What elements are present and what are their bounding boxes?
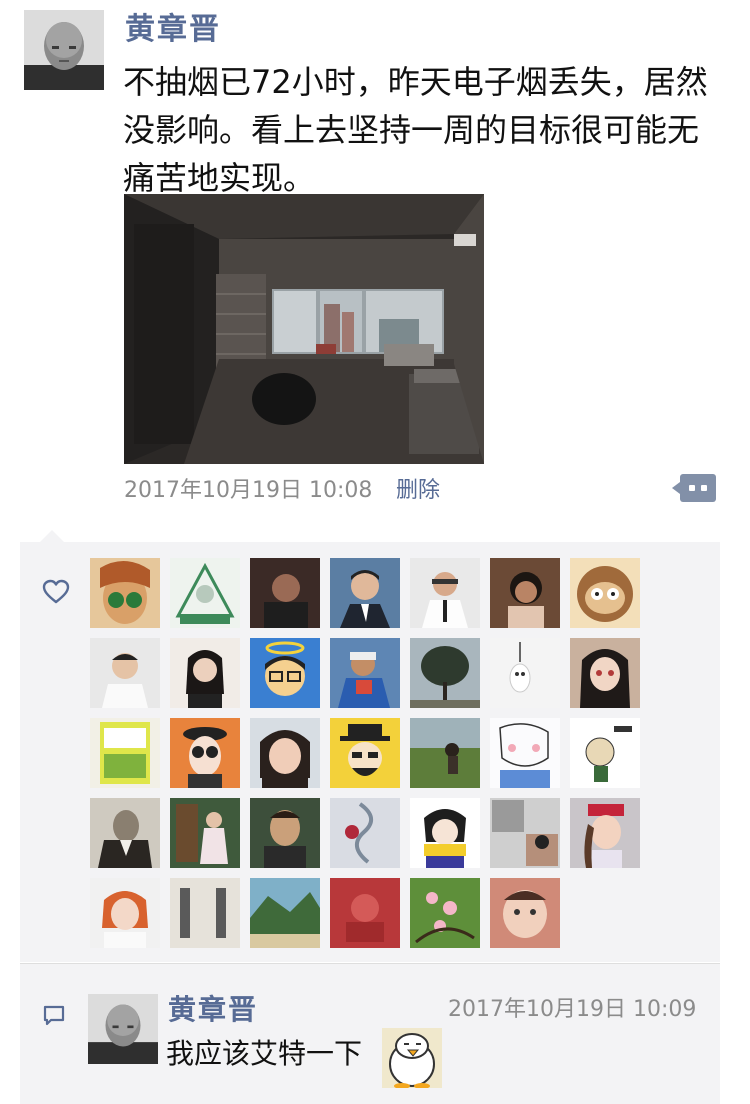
commenter-name[interactable]: 黄章晋 [168,992,258,1028]
like-avatar[interactable] [490,638,560,708]
like-avatar[interactable] [410,638,480,708]
like-avatar[interactable] [570,638,640,708]
like-avatar[interactable] [490,878,560,948]
like-avatar[interactable] [250,638,320,708]
like-avatar[interactable] [330,558,400,628]
author-avatar[interactable] [24,10,104,90]
like-avatar[interactable] [90,718,160,788]
like-avatar[interactable] [170,878,240,948]
moments-post: 黄章晋 不抽烟已72小时，昨天电子烟丢失，居然没影响。看上去坚持一周的目标很可能… [0,0,750,1104]
like-avatar[interactable] [410,798,480,868]
like-avatar[interactable] [490,718,560,788]
like-avatar[interactable] [490,558,560,628]
like-avatar[interactable] [90,638,160,708]
like-avatar[interactable] [410,558,480,628]
like-avatar[interactable] [90,558,160,628]
comment-text[interactable]: 我应该艾特一下 [166,1036,362,1072]
delete-link[interactable]: 删除 [396,474,440,508]
like-avatar[interactable] [570,718,640,788]
like-avatar[interactable] [330,638,400,708]
like-avatar[interactable] [170,798,240,868]
like-avatar[interactable] [250,718,320,788]
like-avatar[interactable] [250,798,320,868]
panel-caret [40,530,64,542]
like-avatar[interactable] [250,558,320,628]
like-avatar[interactable] [170,718,240,788]
post-photo[interactable] [124,194,484,464]
like-avatar[interactable] [90,798,160,868]
like-avatar[interactable] [330,798,400,868]
more-icon[interactable] [672,474,716,502]
like-avatar[interactable] [410,878,480,948]
like-avatar[interactable] [330,878,400,948]
like-avatar[interactable] [250,878,320,948]
like-avatar[interactable] [490,798,560,868]
like-avatar[interactable] [410,718,480,788]
like-avatar[interactable] [90,878,160,948]
post-text: 不抽烟已72小时，昨天电子烟丢失，居然没影响。看上去坚持一周的目标很可能无痛苦地… [123,63,708,197]
like-avatar[interactable] [170,638,240,708]
author-name[interactable]: 黄章晋 [125,10,221,50]
like-avatar[interactable] [570,558,640,628]
penguin-sticker [382,1028,442,1088]
post-timestamp: 2017年10月19日 10:08 [124,478,373,503]
heart-icon [42,579,70,605]
comment-icon [42,1004,66,1028]
like-avatar[interactable] [330,718,400,788]
like-avatar[interactable] [170,558,240,628]
comment-timestamp: 2017年10月19日 10:09 [448,997,697,1022]
commenter-avatar[interactable] [88,994,158,1064]
like-avatar[interactable] [570,798,640,868]
